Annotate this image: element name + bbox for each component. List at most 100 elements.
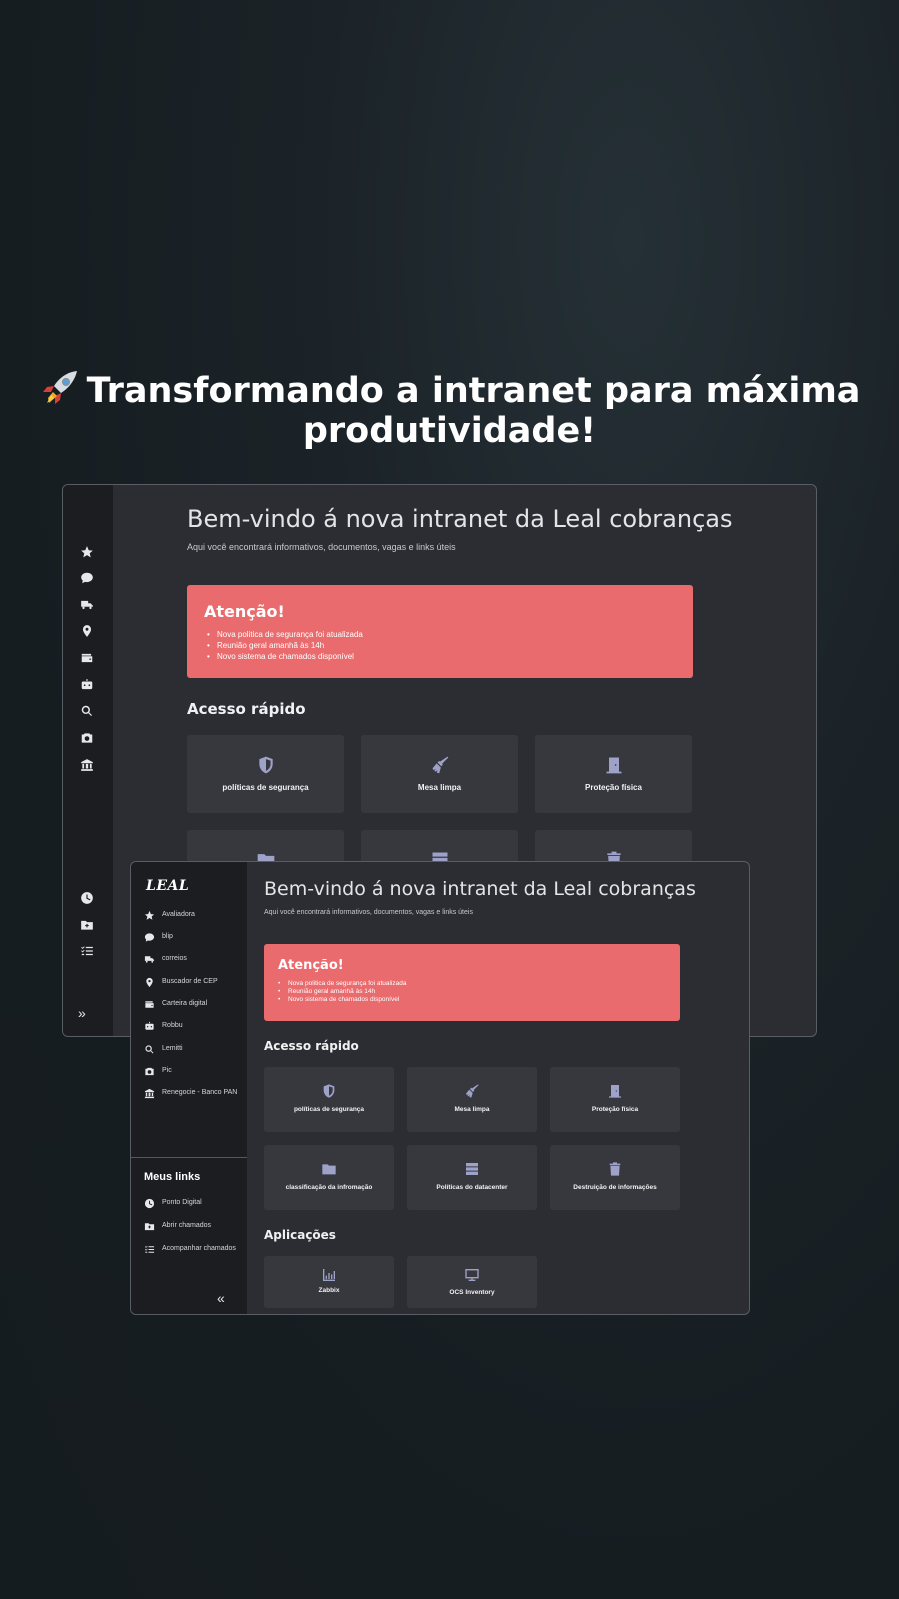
sidebar-item-pic[interactable]: Pic: [144, 1065, 244, 1079]
shield-icon: [258, 756, 273, 774]
card-security-policies[interactable]: políticas de segurança: [187, 735, 344, 813]
checklist-icon[interactable]: [80, 944, 94, 958]
alert-item: Novo sistema de chamados disponível: [278, 996, 407, 1004]
folder-plus-icon: [144, 1223, 155, 1231]
sidebar-item-robbu[interactable]: Robbu: [144, 1020, 244, 1034]
rocket-icon: [42, 371, 77, 404]
sidebar-item-avaliadora[interactable]: Avaliadora: [144, 909, 244, 923]
link-abrir-chamados[interactable]: Abrir chamados: [144, 1220, 244, 1234]
alert-item: Reunião geral amanhã às 14h: [278, 988, 407, 996]
folder-plus-icon[interactable]: [80, 918, 94, 932]
alert-item: Nova politica de segurança foi atualizad…: [207, 629, 363, 640]
map-pin-icon: [146, 977, 153, 988]
card-security-policies[interactable]: políticas de segurança: [264, 1067, 394, 1132]
sidebar-item-lemitti[interactable]: Lemitti: [144, 1043, 244, 1057]
clock-icon[interactable]: [80, 891, 94, 905]
alert-item: Novo sistema de chamados disponível: [207, 651, 363, 662]
card-info-classification[interactable]: classificação da infromação: [264, 1145, 394, 1210]
link-label: Acompanhar chamados: [162, 1245, 236, 1252]
star-icon[interactable]: [80, 545, 94, 559]
broom-icon: [466, 1084, 479, 1098]
robot-icon: [145, 1021, 154, 1030]
card-physical-protection[interactable]: Proteção física: [535, 735, 692, 813]
alert-title: Atenção!: [278, 958, 344, 973]
card-label: Mesa limpa: [417, 783, 462, 792]
link-label: Abrir chamados: [162, 1222, 212, 1229]
link-acompanhar-chamados[interactable]: Acompanhar chamados: [144, 1243, 244, 1257]
chart-icon: [323, 1269, 335, 1281]
page-title: Bem-vindo á nova intranet da Leal cobran…: [264, 878, 696, 900]
quick-access-title: Acesso rápido: [187, 700, 306, 718]
alert-item: Reunião geral amanhã às 14h: [207, 640, 363, 651]
attention-alert: Atenção! Nova politica de segurança foi …: [264, 944, 680, 1021]
sidebar-item-label: blip: [162, 933, 173, 940]
card-label: Políticas do datacenter: [436, 1184, 508, 1191]
map-pin-icon[interactable]: [80, 624, 94, 638]
app-label: Zabbix: [318, 1287, 340, 1294]
sidebar: LEAL Avaliadora blip correios Buscador d…: [131, 862, 247, 1314]
card-label: políticas de segurança: [293, 1106, 365, 1113]
collapse-sidebar-button[interactable]: «: [217, 1290, 225, 1306]
front-window: LEAL Avaliadora blip correios Buscador d…: [130, 861, 750, 1315]
broom-icon: [432, 756, 448, 774]
bank-icon[interactable]: [80, 758, 94, 772]
sidebar-divider: [131, 1157, 247, 1158]
card-clean-desk[interactable]: Mesa limpa: [407, 1067, 537, 1132]
app-ocs-inventory[interactable]: OCS Inventory: [407, 1256, 537, 1308]
sidebar-item-label: Avaliadora: [162, 911, 195, 918]
chat-icon[interactable]: [80, 571, 94, 585]
card-info-destruction[interactable]: Destruição de informações: [550, 1145, 680, 1210]
quick-access-title: Acesso rápido: [264, 1039, 359, 1053]
expand-sidebar-button[interactable]: »: [78, 1005, 86, 1021]
sidebar-item-wallet[interactable]: Carteira digital: [144, 998, 244, 1012]
trash-icon: [609, 1162, 621, 1176]
sidebar-item-label: correios: [162, 955, 187, 962]
sidebar-item-cep[interactable]: Buscador de CEP: [144, 976, 244, 990]
link-label: Ponto Digital: [162, 1199, 202, 1206]
attention-alert: Atenção! Nova politica de segurança foi …: [187, 585, 693, 678]
leal-logo: LEAL: [146, 878, 190, 894]
sidebar-item-label: Renegocie - Banco PAN: [162, 1089, 238, 1096]
card-label: classificação da infromação: [285, 1184, 373, 1191]
clock-icon: [144, 1198, 155, 1209]
card-physical-protection[interactable]: Proteção física: [550, 1067, 680, 1132]
sidebar-item-label: Buscador de CEP: [162, 978, 218, 985]
star-icon: [144, 910, 155, 920]
camera-icon: [145, 1067, 154, 1076]
truck-icon: [144, 956, 155, 963]
wallet-icon: [145, 1001, 154, 1008]
sidebar-item-label: Pic: [162, 1067, 172, 1074]
card-datacenter-policies[interactable]: Políticas do datacenter: [407, 1145, 537, 1210]
headline-line2: produtividade!: [302, 411, 597, 451]
bank-icon: [144, 1088, 155, 1099]
shield-icon: [323, 1084, 335, 1098]
sidebar-item-blip[interactable]: blip: [144, 931, 244, 945]
collapsed-sidebar: »: [63, 485, 113, 1036]
card-label: Proteção física: [585, 783, 642, 792]
link-ponto-digital[interactable]: Ponto Digital: [144, 1197, 244, 1211]
app-zabbix[interactable]: Zabbix: [264, 1256, 394, 1308]
sidebar-item-renegocie[interactable]: Renegocie - Banco PAN: [144, 1087, 244, 1101]
camera-icon[interactable]: [80, 731, 94, 745]
app-label: OCS Inventory: [449, 1289, 495, 1296]
truck-icon[interactable]: [80, 598, 94, 612]
door-icon: [606, 757, 621, 774]
alert-item: Nova politica de segurança foi atualizad…: [278, 980, 406, 988]
robot-icon[interactable]: [80, 678, 94, 692]
search-icon[interactable]: [80, 704, 94, 718]
page-subtitle: Aqui você encontrará informativos, docum…: [187, 542, 456, 552]
sidebar-item-label: Robbu: [162, 1022, 183, 1029]
page-subtitle: Aqui você encontrará informativos, docum…: [264, 909, 473, 916]
chat-icon: [144, 933, 155, 942]
wallet-icon[interactable]: [80, 651, 94, 665]
card-label: Mesa limpa: [454, 1106, 490, 1113]
monitor-icon: [465, 1269, 479, 1281]
sidebar-item-label: Lemitti: [162, 1045, 183, 1052]
applications-title: Aplicações: [264, 1228, 336, 1242]
card-clean-desk[interactable]: Mesa limpa: [361, 735, 518, 813]
sidebar-item-label: Carteira digital: [162, 1000, 208, 1007]
my-links-title: Meus links: [144, 1171, 201, 1183]
card-label: Proteção física: [591, 1106, 639, 1113]
sidebar-item-correios[interactable]: correios: [144, 953, 244, 967]
search-icon: [145, 1045, 154, 1054]
